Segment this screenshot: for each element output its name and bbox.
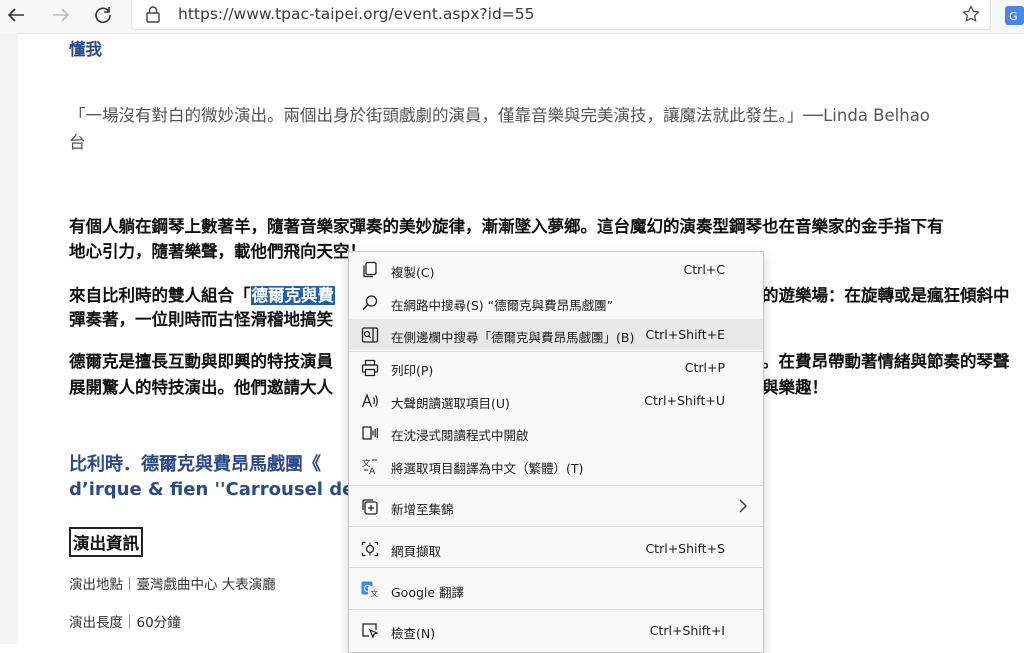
menu-item-shortcut: Ctrl+Shift+U — [644, 393, 725, 408]
menu-item-label: 在網路中搜尋(S) “德爾克與費昂馬戲團” — [391, 298, 614, 313]
quote-line-1: 「一場沒有對白的微妙演出。兩個出身於街頭戲劇的演員，僅靠音樂與完美演技，讓魔法就… — [69, 106, 930, 125]
quote-line-2: 台 — [69, 133, 86, 152]
menu-separator — [349, 485, 763, 486]
paragraph-2-line-2: 彈奏著，一位則時而古怪滑稽地搞笑 — [69, 310, 333, 329]
menu-item-translate[interactable]: 文A 將選取項目翻譯為中文（繁體）(T) — [349, 450, 763, 481]
forward-button[interactable] — [46, 0, 76, 30]
collections-icon — [362, 499, 378, 515]
menu-item-label: Google 翻譯 — [391, 585, 465, 600]
paragraph-3-line-2: 展開驚人的特技演出。他們邀請大人 — [69, 378, 333, 397]
menu-item-label: 列印(P) — [391, 363, 434, 378]
menu-item-print[interactable]: 列印(P) Ctrl+P — [349, 352, 763, 383]
google-translate-icon: G文 — [361, 581, 379, 599]
menu-item-label: 在側邊欄中搜尋「德爾克與費昂馬戲團」(B) — [391, 330, 635, 345]
show-title-line-1: 比利時．德爾克與費昂馬戲團《 — [69, 454, 321, 475]
menu-item-shortcut: Ctrl+Shift+E — [645, 327, 726, 342]
copy-icon — [363, 261, 377, 278]
menu-separator — [349, 526, 763, 527]
back-button[interactable] — [1, 0, 31, 30]
svg-text:文: 文 — [371, 588, 379, 598]
immersive-reader-icon — [362, 426, 378, 440]
web-capture-icon — [361, 541, 379, 557]
browser-toolbar: https://www.tpac-taipei.org/event.aspx?i… — [0, 0, 1024, 34]
menu-separator — [349, 567, 763, 568]
print-icon — [361, 359, 379, 377]
context-menu: 複製(C) Ctrl+C 在網路中搜尋(S) “德爾克與費昂馬戲團” 在側邊欄中… — [348, 251, 764, 653]
paragraph-1-line-1: 有個人躺在鋼琴上數著羊，隨著音樂家彈奏的美妙旋律，漸漸墜入夢鄉。這台魔幻的演奏型… — [69, 217, 944, 236]
svg-text:A: A — [369, 467, 376, 475]
extension-icon[interactable]: G — [1005, 6, 1024, 25]
menu-item-label: 將選取項目翻譯為中文（繁體）(T) — [391, 461, 584, 476]
chevron-right-icon — [739, 499, 747, 513]
refresh-icon — [95, 7, 111, 24]
menu-item-shortcut: Ctrl+Shift+S — [645, 541, 725, 556]
duration-text: 演出長度｜60分鐘 — [69, 615, 181, 631]
menu-item-label: 新增至集錦 — [391, 502, 454, 517]
menu-item-web-search[interactable]: 在網路中搜尋(S) “德爾克與費昂馬戲團” — [349, 287, 763, 318]
menu-item-label: 大聲朗讀選取項目(U) — [391, 396, 510, 411]
favorite-star-icon[interactable] — [962, 5, 980, 23]
menu-item-shortcut: Ctrl+Shift+I — [649, 623, 725, 638]
paragraph-3-line-1-right: 。在費昂帶動著情緒與節奏的琴聲 — [762, 352, 1010, 371]
menu-item-add-to-collections[interactable]: 新增至集錦 — [349, 491, 763, 522]
show-title-line-2: d’irque & fien ''Carrousel des N — [69, 479, 387, 500]
search-icon — [362, 295, 378, 311]
paragraph-2-text-a: 來自比利時的雙人組合「 — [69, 286, 251, 305]
back-arrow-icon — [7, 8, 24, 22]
menu-item-inspect[interactable]: 檢查(N) Ctrl+Shift+I — [349, 615, 763, 646]
sidebar-search-icon — [361, 327, 379, 343]
menu-item-web-capture[interactable]: 網頁擷取 Ctrl+Shift+S — [349, 533, 763, 564]
translate-icon: 文A — [362, 458, 377, 475]
top-heading: 懂我 — [69, 40, 102, 59]
menu-item-sidebar-search[interactable]: 在側邊欄中搜尋「德爾克與費昂馬戲團」(B) Ctrl+Shift+E — [349, 319, 763, 350]
page-left-gutter — [0, 33, 18, 644]
menu-item-label: 檢查(N) — [391, 626, 436, 641]
paragraph-2-line-1: 來自比利時的雙人組合「德爾克與費 — [69, 282, 335, 306]
menu-item-copy[interactable]: 複製(C) Ctrl+C — [349, 254, 763, 285]
menu-item-label: 在沈浸式閱讀程式中開啟 — [391, 428, 529, 443]
paragraph-3-line-2-right: 與樂趣！ — [762, 378, 828, 397]
paragraph-1-line-2: 地心引力，隨著樂聲，載他們飛向天空！ — [69, 242, 366, 261]
paragraph-3-line-1: 德爾克是擅長互動與即興的特技演員 — [69, 352, 333, 371]
svg-text:G: G — [1009, 10, 1018, 23]
menu-item-shortcut: Ctrl+C — [683, 262, 725, 277]
paragraph-2-line-1-right: 的遊樂場：在旋轉或是瘋狂傾斜中 — [762, 286, 1010, 305]
inspect-icon — [362, 623, 379, 639]
menu-item-label: 網頁擷取 — [391, 544, 442, 559]
menu-separator — [349, 609, 763, 610]
menu-item-shortcut: Ctrl+P — [684, 360, 725, 375]
read-aloud-icon — [361, 393, 378, 408]
address-bar[interactable]: https://www.tpac-taipei.org/event.aspx?i… — [131, 0, 991, 30]
forward-arrow-icon — [53, 8, 70, 22]
lock-icon — [146, 6, 160, 23]
show-info-heading: 演出資訊 — [69, 527, 143, 557]
menu-item-read-aloud[interactable]: 大聲朗讀選取項目(U) Ctrl+Shift+U — [349, 385, 763, 416]
menu-item-immersive-reader[interactable]: 在沈浸式閱讀程式中開啟 — [349, 417, 763, 448]
venue-text: 演出地點｜臺灣戲曲中心 大表演廳 — [69, 577, 276, 593]
refresh-button[interactable] — [88, 0, 118, 30]
selected-text[interactable]: 德爾克與費 — [250, 286, 335, 305]
url-text[interactable]: https://www.tpac-taipei.org/event.aspx?i… — [178, 5, 535, 23]
menu-item-google-translate[interactable]: G文 Google 翻譯 — [349, 574, 763, 605]
menu-item-label: 複製(C) — [391, 265, 435, 280]
